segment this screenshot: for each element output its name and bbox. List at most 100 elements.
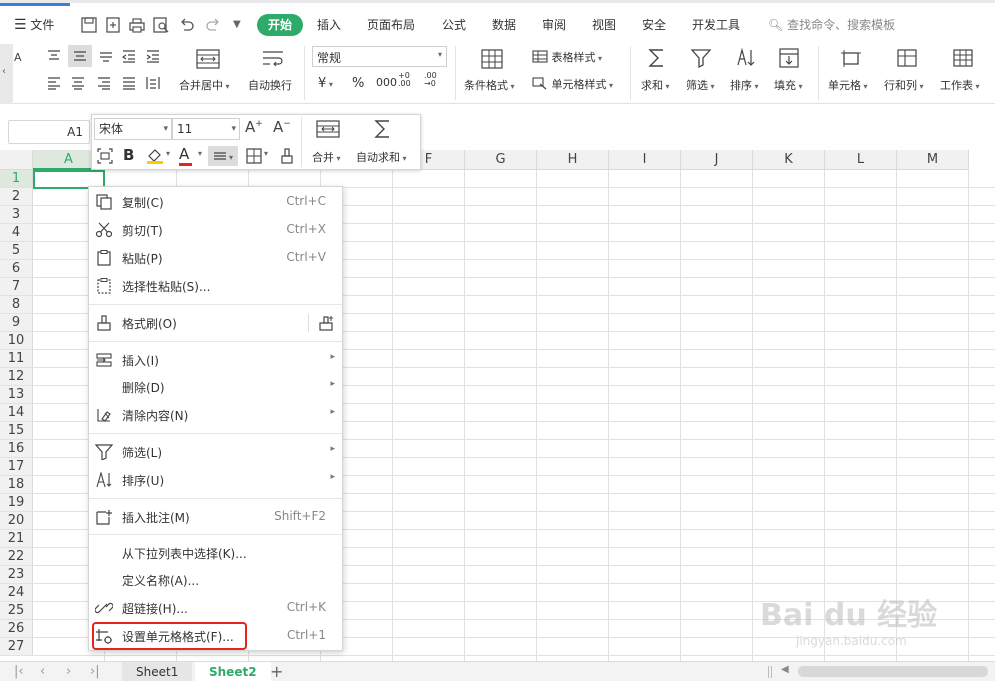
conditional-format-button[interactable]: 条件格式 ▾ xyxy=(464,77,515,93)
menu-item-paste-special[interactable]: 选择性粘贴(S)... xyxy=(89,273,342,299)
row-header-17[interactable]: 17 xyxy=(0,458,33,476)
align-left-icon[interactable] xyxy=(46,75,62,91)
undo-icon[interactable] xyxy=(178,16,196,34)
menu-item-format-painter[interactable]: 格式刷(O) xyxy=(89,310,342,336)
merge-center-icon[interactable] xyxy=(195,48,221,70)
justify-icon[interactable] xyxy=(121,75,137,91)
column-header-j[interactable]: J xyxy=(681,150,753,170)
select-all-corner[interactable] xyxy=(0,150,33,170)
quick-access-dropdown-icon[interactable]: ▼ xyxy=(233,14,241,36)
row-header-15[interactable]: 15 xyxy=(0,422,33,440)
menu-item-pick-from-list[interactable]: 从下拉列表中选择(K)... xyxy=(89,540,342,566)
sum-button[interactable]: 求和 ▾ xyxy=(641,77,670,93)
tab-page-layout[interactable]: 页面布局 xyxy=(367,14,415,36)
prev-sheet-icon[interactable]: ‹ xyxy=(40,664,45,679)
row-header-18[interactable]: 18 xyxy=(0,476,33,494)
filter-icon[interactable] xyxy=(690,47,712,69)
first-sheet-icon[interactable]: |‹ xyxy=(14,664,24,679)
row-header-2[interactable]: 2 xyxy=(0,188,33,206)
ribbon-scroll-left[interactable]: ‹ xyxy=(0,44,13,104)
align-middle-icon[interactable] xyxy=(68,45,92,67)
column-header-h[interactable]: H xyxy=(537,150,609,170)
worksheet-icon[interactable] xyxy=(952,47,974,69)
font-color-icon[interactable]: A xyxy=(179,145,189,163)
menu-item-paste[interactable]: 粘贴(P) Ctrl+V xyxy=(89,245,342,271)
tab-review[interactable]: 审阅 xyxy=(542,14,566,36)
align-bottom-icon[interactable] xyxy=(98,48,114,64)
tab-formulas[interactable]: 公式 xyxy=(442,14,466,36)
menu-item-filter[interactable]: 筛选(L) ▸ xyxy=(89,439,342,465)
tab-security[interactable]: 安全 xyxy=(642,14,666,36)
align-top-icon[interactable] xyxy=(46,48,62,64)
align-right-icon[interactable] xyxy=(96,75,112,91)
menu-item-insert[interactable]: 插入(I) ▸ xyxy=(89,347,342,373)
file-menu[interactable]: ☰ 文件 xyxy=(14,14,54,36)
column-header-g[interactable]: G xyxy=(465,150,537,170)
sort-button[interactable]: 排序 ▾ xyxy=(730,77,759,93)
align-middle-mini-icon[interactable]: ▾ xyxy=(208,146,238,166)
row-header-9[interactable]: 9 xyxy=(0,314,33,332)
thousands-separator-button[interactable]: 000 xyxy=(376,76,397,89)
wrap-text-icon[interactable] xyxy=(260,48,286,70)
percent-format-button[interactable]: % xyxy=(352,76,364,91)
autosum-button[interactable]: 自动求和 ▾ xyxy=(356,149,407,165)
menu-item-delete[interactable]: 删除(D) ▸ xyxy=(89,374,342,400)
fill-color-icon[interactable] xyxy=(145,147,165,165)
scroll-left-icon[interactable]: ◀ xyxy=(781,664,789,675)
row-header-24[interactable]: 24 xyxy=(0,584,33,602)
row-header-21[interactable]: 21 xyxy=(0,530,33,548)
row-header-25[interactable]: 25 xyxy=(0,602,33,620)
chevron-down-icon[interactable]: ▾ xyxy=(264,149,268,158)
export-pdf-icon[interactable] xyxy=(104,16,122,34)
number-format-select[interactable]: 常规 ▾ xyxy=(312,46,447,67)
wrap-text-button[interactable]: 自动换行 xyxy=(248,77,292,93)
decrease-decimal-button[interactable]: .00 →0 xyxy=(424,72,446,88)
menu-item-cut[interactable]: 剪切(T) Ctrl+X xyxy=(89,217,342,243)
row-header-20[interactable]: 20 xyxy=(0,512,33,530)
sheet-tab-sheet1[interactable]: Sheet1 xyxy=(122,662,193,681)
merge-button[interactable]: 合并 ▾ xyxy=(312,149,341,165)
row-col-icon[interactable] xyxy=(896,47,918,69)
format-match-icon[interactable] xyxy=(96,147,114,165)
menu-item-copy[interactable]: 复制(C) Ctrl+C xyxy=(89,189,342,215)
distributed-align-icon[interactable] xyxy=(145,75,161,91)
filter-button[interactable]: 筛选 ▾ xyxy=(686,77,715,93)
font-grow-icon[interactable]: A+ xyxy=(245,118,263,136)
format-painter-icon[interactable] xyxy=(279,147,295,165)
row-header-12[interactable]: 12 xyxy=(0,368,33,386)
sheet-tab-sheet2[interactable]: Sheet2 xyxy=(195,662,271,681)
row-header-3[interactable]: 3 xyxy=(0,206,33,224)
redo-icon[interactable] xyxy=(204,16,222,34)
sum-icon[interactable] xyxy=(646,47,668,69)
conditional-format-icon[interactable] xyxy=(480,48,504,70)
currency-format-button[interactable]: ¥ ▾ xyxy=(318,76,333,91)
row-header-4[interactable]: 4 xyxy=(0,224,33,242)
name-box[interactable]: A1 xyxy=(8,120,90,144)
fill-button[interactable]: 填充 ▾ xyxy=(774,77,803,93)
tab-developer[interactable]: 开发工具 xyxy=(692,14,740,36)
autosum-icon[interactable] xyxy=(372,118,394,140)
menu-item-sort[interactable]: 排序(U) ▸ xyxy=(89,467,342,493)
menu-item-hyperlink[interactable]: 超链接(H)... Ctrl+K xyxy=(89,595,342,621)
next-sheet-icon[interactable]: › xyxy=(66,664,71,679)
row-header-13[interactable]: 13 xyxy=(0,386,33,404)
table-style-button[interactable]: 表格样式 ▾ xyxy=(532,49,602,65)
fill-icon[interactable] xyxy=(778,47,800,69)
tab-view[interactable]: 视图 xyxy=(592,14,616,36)
menu-item-define-name[interactable]: 定义名称(A)... xyxy=(89,567,342,593)
tab-home[interactable]: 开始 xyxy=(257,14,304,36)
menu-item-insert-comment[interactable]: 插入批注(M) Shift+F2 xyxy=(89,504,342,530)
save-icon[interactable] xyxy=(80,16,98,34)
column-header-k[interactable]: K xyxy=(753,150,825,170)
font-shrink-icon[interactable]: A− xyxy=(273,118,291,136)
row-header-6[interactable]: 6 xyxy=(0,260,33,278)
row-header-5[interactable]: 5 xyxy=(0,242,33,260)
border-icon[interactable] xyxy=(245,147,263,165)
tab-insert[interactable]: 插入 xyxy=(317,14,341,36)
chevron-down-icon[interactable]: ▾ xyxy=(166,149,170,158)
row-header-8[interactable]: 8 xyxy=(0,296,33,314)
cell-button[interactable]: 单元格 ▾ xyxy=(828,77,868,93)
print-preview-icon[interactable] xyxy=(152,16,170,34)
merge-center-button[interactable]: 合并居中 ▾ xyxy=(179,77,230,93)
sort-icon[interactable] xyxy=(734,47,756,69)
